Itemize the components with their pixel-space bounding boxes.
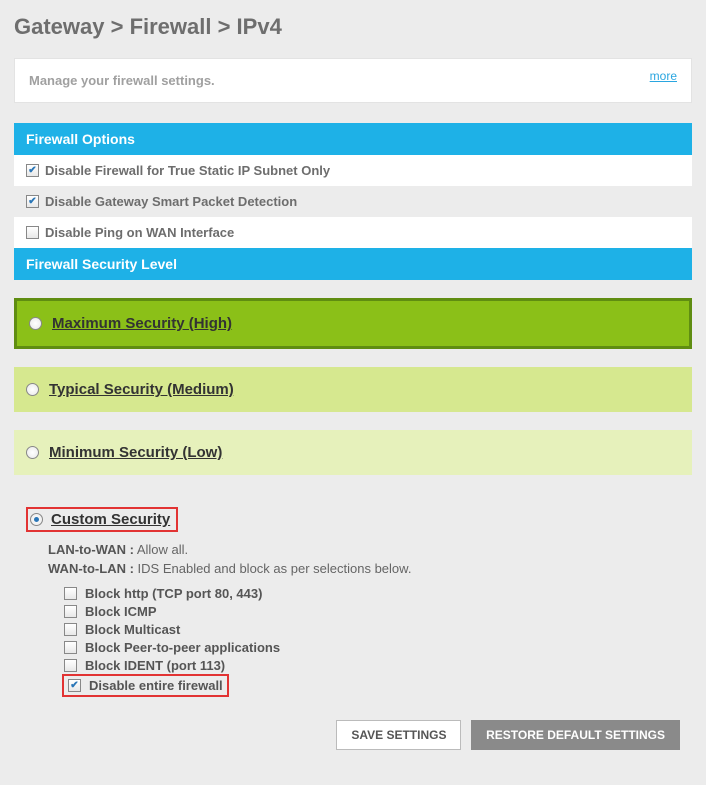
section-header-security-level: Firewall Security Level bbox=[14, 248, 692, 280]
wan-to-lan-value: IDS Enabled and block as per selections … bbox=[138, 561, 412, 576]
more-link[interactable]: more bbox=[650, 69, 677, 83]
option-row[interactable]: Disable Ping on WAN Interface bbox=[14, 217, 692, 248]
sub-option-label: Block IDENT (port 113) bbox=[85, 658, 225, 673]
radio-icon[interactable] bbox=[26, 446, 39, 459]
radio-icon[interactable] bbox=[26, 383, 39, 396]
custom-sub-option[interactable]: Block Peer-to-peer applications bbox=[64, 640, 680, 655]
security-level-high[interactable]: Maximum Security (High) bbox=[14, 298, 692, 349]
custom-sub-option[interactable]: Block ICMP bbox=[64, 604, 680, 619]
checkbox-icon[interactable] bbox=[64, 623, 77, 636]
checkbox-icon[interactable] bbox=[68, 679, 81, 692]
checkbox-icon[interactable] bbox=[64, 605, 77, 618]
radio-icon[interactable] bbox=[29, 317, 42, 330]
sub-option-label: Disable entire firewall bbox=[89, 678, 223, 693]
wan-to-lan-label: WAN-to-LAN : bbox=[48, 561, 134, 576]
checkbox-icon[interactable] bbox=[64, 659, 77, 672]
description-text: Manage your firewall settings. bbox=[29, 73, 215, 88]
sub-option-label: Block http (TCP port 80, 443) bbox=[85, 586, 262, 601]
security-level-label: Custom Security bbox=[51, 511, 170, 528]
option-label: Disable Firewall for True Static IP Subn… bbox=[45, 163, 330, 178]
security-level-custom[interactable]: Custom Security bbox=[14, 493, 692, 538]
checkbox-icon[interactable] bbox=[26, 226, 39, 239]
custom-sub-option[interactable]: Block IDENT (port 113) bbox=[64, 658, 680, 673]
breadcrumb: Gateway > Firewall > IPv4 bbox=[14, 14, 692, 40]
footer-buttons: SAVE SETTINGS RESTORE DEFAULT SETTINGS bbox=[14, 708, 692, 756]
option-row[interactable]: Disable Firewall for True Static IP Subn… bbox=[14, 155, 692, 186]
option-row[interactable]: Disable Gateway Smart Packet Detection bbox=[14, 186, 692, 217]
security-level-medium[interactable]: Typical Security (Medium) bbox=[14, 367, 692, 412]
security-level-label: Typical Security (Medium) bbox=[49, 381, 234, 398]
security-level-low[interactable]: Minimum Security (Low) bbox=[14, 430, 692, 475]
checkbox-icon[interactable] bbox=[26, 195, 39, 208]
section-header-firewall-options: Firewall Options bbox=[14, 123, 692, 155]
lan-to-wan-label: LAN-to-WAN : bbox=[48, 542, 134, 557]
radio-icon[interactable] bbox=[30, 513, 43, 526]
lan-to-wan-value: Allow all. bbox=[137, 542, 188, 557]
save-settings-button[interactable]: SAVE SETTINGS bbox=[336, 720, 461, 750]
restore-defaults-button[interactable]: RESTORE DEFAULT SETTINGS bbox=[471, 720, 680, 750]
security-level-label: Maximum Security (High) bbox=[52, 315, 232, 332]
sub-option-label: Block ICMP bbox=[85, 604, 157, 619]
custom-sub-option[interactable]: Block http (TCP port 80, 443) bbox=[64, 586, 680, 601]
checkbox-icon[interactable] bbox=[64, 587, 77, 600]
description-box: Manage your firewall settings. more bbox=[14, 58, 692, 103]
checkbox-icon[interactable] bbox=[26, 164, 39, 177]
custom-sub-option-disable-firewall[interactable]: Disable entire firewall bbox=[64, 676, 227, 695]
custom-security-details: LAN-to-WAN : Allow all. WAN-to-LAN : IDS… bbox=[14, 542, 692, 708]
sub-option-label: Block Peer-to-peer applications bbox=[85, 640, 280, 655]
security-level-label: Minimum Security (Low) bbox=[49, 444, 222, 461]
option-label: Disable Ping on WAN Interface bbox=[45, 225, 234, 240]
sub-option-label: Block Multicast bbox=[85, 622, 180, 637]
option-label: Disable Gateway Smart Packet Detection bbox=[45, 194, 297, 209]
custom-sub-option[interactable]: Block Multicast bbox=[64, 622, 680, 637]
checkbox-icon[interactable] bbox=[64, 641, 77, 654]
